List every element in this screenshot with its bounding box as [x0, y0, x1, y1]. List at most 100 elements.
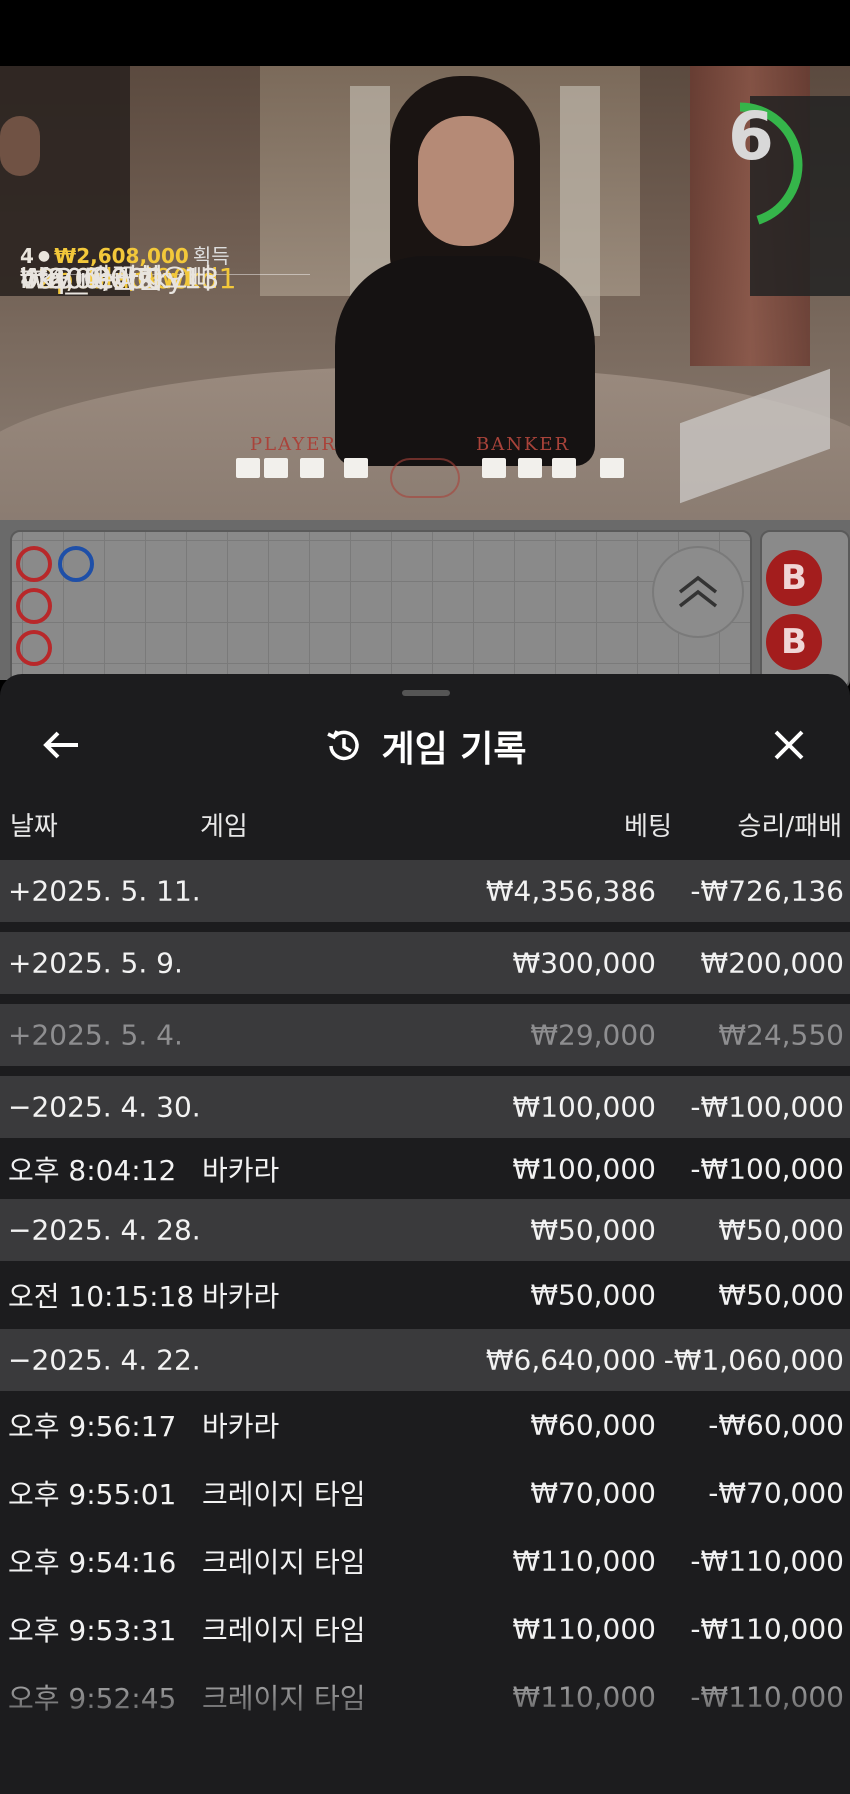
row-bet: ₩300,000 [512, 946, 656, 980]
history-date-row[interactable]: +2025. 5. 4. ₩29,000 ₩24,550 [0, 1004, 850, 1066]
expand-up-button[interactable] [652, 546, 744, 638]
row-date: 오후 9:56:17 [8, 1410, 177, 1443]
player-card [264, 458, 288, 478]
row-bet: ₩70,000 [530, 1476, 656, 1510]
sheet-title: 게임 기록 [381, 729, 527, 770]
row-date: +2025. 5. 9. [8, 946, 183, 980]
close-icon [774, 730, 804, 760]
road-marker-player [58, 546, 94, 582]
history-date-row[interactable]: +2025. 5. 11. ₩4,356,386 -₩726,136 [0, 860, 850, 922]
column-date: 날짜 [10, 812, 58, 842]
row-bet: ₩110,000 [512, 1612, 656, 1646]
row-date: 오후 9:55:01 [8, 1478, 177, 1511]
row-result: -₩726,136 [690, 874, 844, 908]
row-result: -₩100,000 [690, 1152, 844, 1185]
history-game-row[interactable]: 오후 9:56:17 바카라 ₩60,000 -₩60,000 [0, 1391, 850, 1459]
road-marker-banker [16, 546, 52, 582]
banker-area-label: BANKER [476, 434, 571, 455]
row-date: 오전 10:15:18 [8, 1280, 195, 1313]
history-game-row[interactable]: 오전 10:15:18 바카라 ₩50,000 ₩50,000 [0, 1261, 850, 1329]
history-game-row[interactable]: 오후 9:54:16 크레이지 타임 ₩110,000 -₩110,000 [0, 1527, 850, 1595]
row-game: 바카라 [202, 1280, 280, 1313]
row-game: 크레이지 타임 [202, 1614, 366, 1647]
history-icon [327, 730, 360, 761]
row-result: -₩110,000 [690, 1612, 844, 1646]
row-date: −2025. 4. 22. [8, 1343, 201, 1377]
road-marker-banker [16, 630, 52, 666]
row-game: 크레이지 타임 [202, 1546, 366, 1579]
winners-panel: 4 ● ₩2,608,000 획득 ₩2,000,000 b2p_blackwk… [20, 240, 850, 295]
row-result: -₩70,000 [708, 1476, 844, 1510]
table-crest [390, 458, 460, 498]
row-game: 크레이지 타임 [202, 1478, 366, 1511]
winner-name: 493_으라차 [20, 262, 165, 295]
player-card [300, 458, 324, 478]
close-button[interactable] [764, 720, 814, 770]
history-list: +2025. 5. 11. ₩4,356,386 -₩726,136 +2025. 5… [0, 860, 850, 1731]
big-road-grid [10, 530, 752, 690]
sheet-title-group: 게임 기록 [0, 720, 850, 772]
row-bet: ₩100,000 [512, 1152, 656, 1185]
row-date: −2025. 4. 30. [8, 1090, 201, 1124]
history-date-row[interactable]: +2025. 5. 9. ₩300,000 ₩200,000 [0, 932, 850, 994]
row-bet: ₩29,000 [530, 1018, 656, 1052]
row-bet: ₩100,000 [512, 1090, 656, 1124]
banker-card [518, 458, 542, 478]
row-bet: ₩60,000 [530, 1408, 656, 1442]
row-date: 오후 9:54:16 [8, 1546, 177, 1579]
column-result: 승리/패배 [737, 812, 842, 842]
dealer-face [418, 116, 514, 246]
status-bar [0, 0, 850, 66]
road-marker-banker [16, 588, 52, 624]
history-game-row[interactable]: 오후 9:55:01 크레이지 타임 ₩70,000 -₩70,000 [0, 1459, 850, 1527]
row-result: ₩50,000 [718, 1278, 844, 1312]
history-game-row[interactable]: 오후 9:52:45 크레이지 타임 ₩110,000 -₩110,000 [0, 1663, 850, 1731]
row-result: ₩24,550 [718, 1018, 844, 1052]
row-bet: ₩110,000 [512, 1544, 656, 1578]
history-date-row[interactable]: −2025. 4. 22. ₩6,640,000 -₩1,060,000 [0, 1329, 850, 1391]
game-history-sheet: 게임 기록 날짜 게임 베팅 승리/패배 +2025. 5. 11. ₩4,356… [0, 674, 850, 1794]
double-chevron-up-icon [678, 575, 718, 608]
history-date-row[interactable]: −2025. 4. 30. ₩100,000 -₩100,000 [0, 1076, 850, 1138]
history-game-row[interactable]: 오후 9:53:31 크레이지 타임 ₩110,000 -₩110,000 [0, 1595, 850, 1663]
row-result: -₩60,000 [708, 1408, 844, 1442]
history-date-row[interactable]: −2025. 4. 28. ₩50,000 ₩50,000 [0, 1199, 850, 1261]
player-card [236, 458, 260, 478]
row-game: 바카라 [202, 1153, 280, 1187]
row-result: -₩100,000 [690, 1090, 844, 1124]
row-date: 오후 8:04:12 [8, 1153, 177, 1187]
row-date: 오후 9:53:31 [8, 1614, 177, 1647]
row-date: +2025. 5. 11. [8, 874, 201, 908]
banker-card [552, 458, 576, 478]
timer-seconds: 6 [728, 98, 774, 175]
banker-card [482, 458, 506, 478]
banker-badge: B [766, 614, 822, 670]
sheet-drag-handle[interactable] [402, 690, 450, 696]
player-area-label: PLAYER [250, 434, 337, 455]
row-date: +2025. 5. 4. [8, 1018, 183, 1052]
row-result: -₩110,000 [690, 1680, 844, 1714]
row-bet: ₩4,356,386 [485, 874, 656, 908]
video-player-left-face [0, 116, 40, 176]
player-card [344, 458, 368, 478]
row-result: ₩50,000 [718, 1213, 844, 1247]
row-date: −2025. 4. 28. [8, 1213, 201, 1247]
row-result: ₩200,000 [700, 946, 844, 980]
side-road-panel: B B B [760, 530, 850, 690]
row-bet: ₩50,000 [530, 1278, 656, 1312]
column-game: 게임 [200, 812, 248, 842]
row-game: 크레이지 타임 [202, 1682, 366, 1715]
row-bet: ₩110,000 [512, 1680, 656, 1714]
column-bet: 베팅 [624, 812, 672, 842]
banker-badge: B [766, 550, 822, 606]
row-game: 바카라 [202, 1410, 280, 1443]
sheet-header: 게임 기록 [0, 710, 850, 780]
row-bet: ₩50,000 [530, 1213, 656, 1247]
history-game-row[interactable]: 오후 8:04:12 바카라 ₩100,000 -₩100,000 [0, 1138, 850, 1199]
banker-card [600, 458, 624, 478]
countdown-timer: 6 [720, 98, 820, 232]
row-date: 오후 9:52:45 [8, 1682, 177, 1715]
history-column-header: 날짜 게임 베팅 승리/패배 [0, 802, 850, 842]
row-bet: ₩6,640,000 [485, 1343, 656, 1377]
row-result: -₩1,060,000 [663, 1343, 844, 1377]
